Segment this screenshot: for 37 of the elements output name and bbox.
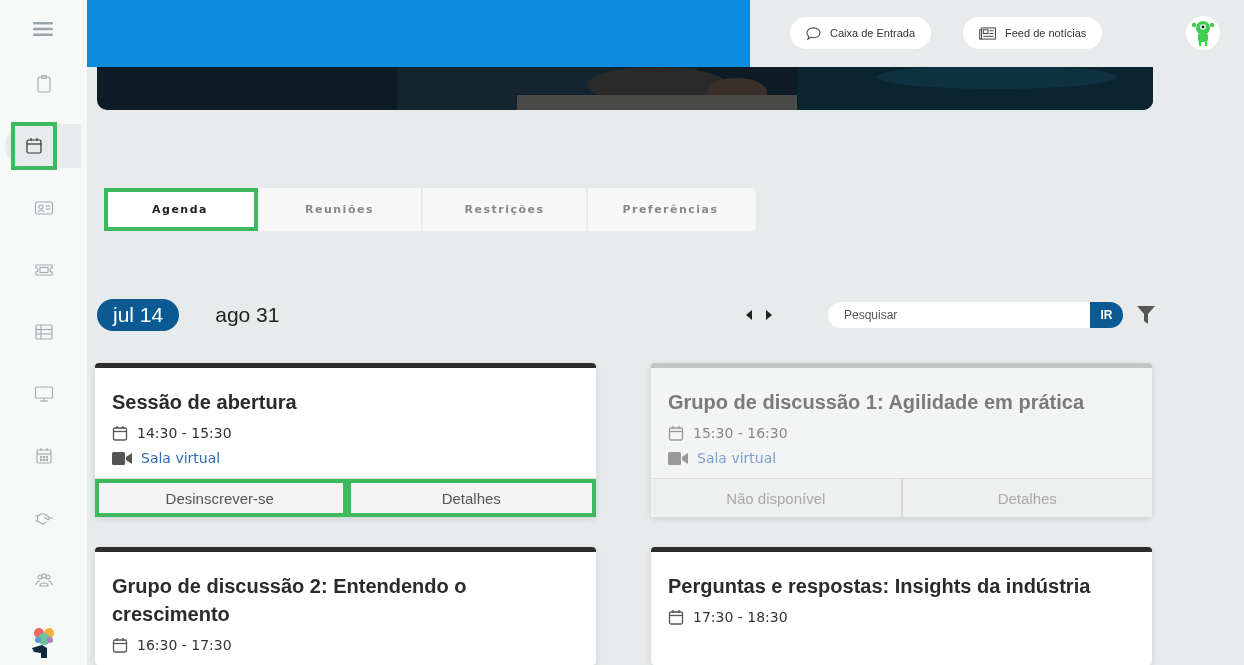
filter-icon[interactable] (1137, 306, 1155, 325)
session-title: Perguntas e respostas: Insights da indústria (668, 574, 1092, 599)
tab[interactable]: Agenda (104, 187, 258, 232)
calendar-icon (668, 425, 684, 441)
avatar-icon[interactable] (1186, 16, 1221, 51)
date-chip[interactable]: ago 31 (199, 299, 296, 332)
calendar-icon (668, 609, 684, 625)
calendar-icon (112, 425, 128, 441)
room-link[interactable]: Sala virtual (141, 450, 221, 466)
search-field[interactable]: Pesquisar (828, 302, 1090, 329)
previous-icon[interactable] (746, 310, 752, 321)
speech-bubble-icon (806, 25, 821, 41)
session-time: 16:30 - 17:30 (137, 637, 232, 653)
date-chip[interactable]: jul 14 (97, 299, 180, 332)
video-camera-icon (668, 451, 688, 465)
calendar-icon[interactable] (11, 122, 57, 170)
people-icon[interactable] (33, 570, 54, 590)
id-card-icon[interactable] (33, 198, 54, 218)
calendar-icon (112, 637, 128, 653)
newspaper-icon (979, 26, 996, 40)
calendar-grid-icon[interactable] (33, 446, 54, 466)
session-title: Grupo de discussão 2: Entendendo o crescimento (112, 574, 468, 627)
video-camera-icon (112, 451, 132, 465)
menu-icon[interactable] (32, 22, 53, 36)
session-time: 15:30 - 16:30 (693, 425, 788, 441)
search-button[interactable]: IR (1090, 302, 1123, 329)
news-feed-button[interactable]: Feed de notícias (963, 17, 1103, 50)
session-title: Grupo de discussão 1: Agilidade em prática (668, 390, 1086, 415)
card-action-button[interactable]: Desinscrever-se (95, 479, 347, 517)
session-time: 17:30 - 18:30 (693, 609, 788, 625)
inbox-button[interactable]: Caixa de Entrada (790, 17, 931, 50)
next-icon[interactable] (766, 310, 772, 321)
card-action-button[interactable]: Detalhes (346, 479, 596, 517)
monitor-icon[interactable] (33, 384, 54, 404)
session-time: 14:30 - 15:30 (137, 425, 232, 441)
table-icon[interactable] (33, 322, 54, 342)
session-title: Sessão de abertura (112, 390, 298, 415)
